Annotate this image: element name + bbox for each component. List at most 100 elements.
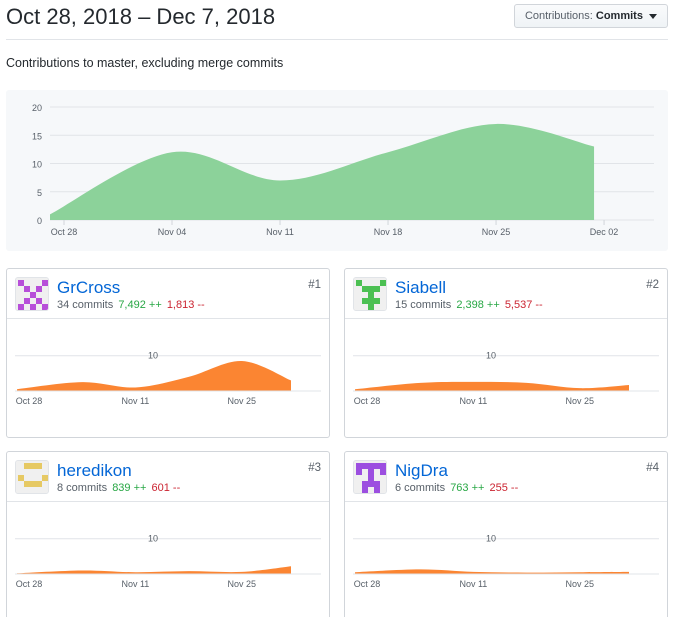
contributions-type-dropdown[interactable]: Contributions: Commits xyxy=(513,4,668,28)
contributor-chart[interactable]: 10 Oct 28 Nov 11 Nov 25 xyxy=(345,502,667,617)
x-tick-label: Nov 11 xyxy=(121,396,149,406)
x-tick-label: Nov 25 xyxy=(566,579,595,589)
contributor-card-header: Siabell 15 commits 2,398 ++ 5,537 -- #2 xyxy=(345,269,667,319)
contributor-stats: 6 commits 763 ++ 255 -- xyxy=(395,482,518,494)
contributor-name-link[interactable]: GrCross xyxy=(57,278,120,298)
x-tick-label: Nov 18 xyxy=(374,227,403,237)
y-tick-label: 10 xyxy=(32,160,42,170)
contributor-card: Siabell 15 commits 2,398 ++ 5,537 -- #2 10 O… xyxy=(344,268,668,438)
caret-down-icon xyxy=(649,13,657,19)
page-subtitle: Contributions to master, excluding merge… xyxy=(6,56,284,70)
deletions-count: 601 -- xyxy=(151,482,181,494)
contributor-stats: 15 commits 2,398 ++ 5,537 -- xyxy=(395,299,543,311)
identicon-pixel xyxy=(30,481,36,487)
contributor-card: heredikon 8 commits 839 ++ 601 -- #3 10 Oct … xyxy=(6,451,330,617)
identicon-pixel xyxy=(36,298,42,304)
contributor-commits-area xyxy=(355,381,629,391)
avatar[interactable] xyxy=(15,277,49,311)
identicon-pixel xyxy=(368,469,374,475)
identicon-pixel xyxy=(368,463,374,469)
commit-count: 15 commits xyxy=(395,299,452,311)
identicon-pixel xyxy=(42,280,48,286)
x-tick-label: Nov 25 xyxy=(482,227,511,237)
contributor-name-link[interactable]: Siabell xyxy=(395,278,446,298)
identicon-pixel xyxy=(30,292,36,298)
y-tick-label: 15 xyxy=(32,131,42,141)
contributor-stats: 34 commits 7,492 ++ 1,813 -- xyxy=(57,299,205,311)
identicon-pixel xyxy=(374,463,380,469)
identicon-pixel xyxy=(368,475,374,481)
contributions-overview-chart[interactable]: 0 5 10 15 20 Oct 28 Nov 04 Nov 11 Nov 18 Nov 25 De… xyxy=(6,90,668,251)
identicon-icon xyxy=(16,278,48,310)
contributor-rank: #4 xyxy=(646,462,659,474)
additions-count: 839 ++ xyxy=(112,482,147,494)
dropdown-prefix: Contributions: xyxy=(524,10,593,22)
identicon-icon xyxy=(16,461,48,493)
y-tick-label: 10 xyxy=(148,534,158,544)
identicon-icon xyxy=(354,278,386,310)
identicon-pixel xyxy=(362,463,368,469)
x-tick-label: Nov 25 xyxy=(228,579,257,589)
identicon-pixel xyxy=(374,286,380,292)
contributor-card-header: GrCross 34 commits 7,492 ++ 1,813 -- #1 xyxy=(7,269,329,319)
identicon-pixel xyxy=(36,463,42,469)
identicon-pixel xyxy=(24,286,30,292)
identicon-pixel xyxy=(30,463,36,469)
identicon-pixel xyxy=(368,298,374,304)
avatar[interactable] xyxy=(15,460,49,494)
contributor-card-header: heredikon 8 commits 839 ++ 601 -- #3 xyxy=(7,452,329,502)
x-tick-label: Dec 02 xyxy=(590,227,619,237)
identicon-pixel xyxy=(356,463,362,469)
deletions-count: 1,813 -- xyxy=(166,299,205,311)
identicon-pixel xyxy=(362,481,368,487)
identicon-pixel xyxy=(18,304,24,310)
contributor-stats: 8 commits 839 ++ 601 -- xyxy=(57,482,180,494)
x-tick-label: Oct 28 xyxy=(354,579,381,589)
identicon-pixel xyxy=(380,469,386,475)
overview-chart-svg: 0 5 10 15 20 Oct 28 Nov 04 Nov 11 Nov 18 Nov 25 De… xyxy=(32,103,654,237)
contributor-name-link[interactable]: heredikon xyxy=(57,461,132,481)
x-tick-label: Oct 28 xyxy=(51,227,78,237)
commit-count: 6 commits xyxy=(395,482,446,494)
additions-count: 763 ++ xyxy=(450,482,485,494)
y-tick-label: 20 xyxy=(32,103,42,113)
additions-count: 7,492 ++ xyxy=(118,299,162,311)
identicon-pixel xyxy=(36,481,42,487)
identicon-pixel xyxy=(380,280,386,286)
identicon-pixel xyxy=(374,481,380,487)
commit-count: 8 commits xyxy=(57,482,108,494)
identicon-pixel xyxy=(362,298,368,304)
x-tick-label: Nov 25 xyxy=(566,396,595,406)
identicon-pixel xyxy=(36,286,42,292)
identicon-pixel xyxy=(374,487,380,493)
avatar[interactable] xyxy=(353,277,387,311)
contributor-rank: #2 xyxy=(646,279,659,291)
contributor-chart[interactable]: 10 Oct 28 Nov 11 Nov 25 xyxy=(7,319,329,437)
y-tick-label: 10 xyxy=(486,351,496,361)
commit-count: 34 commits xyxy=(57,299,114,311)
deletions-count: 5,537 -- xyxy=(504,299,543,311)
identicon-pixel xyxy=(368,304,374,310)
contributor-chart[interactable]: 10 Oct 28 Nov 11 Nov 25 xyxy=(7,502,329,617)
contributor-name-link[interactable]: NigDra xyxy=(395,461,448,481)
dropdown-selected-value: Commits xyxy=(595,10,643,22)
contributor-card: GrCross 34 commits 7,492 ++ 1,813 -- #1 10 O… xyxy=(6,268,330,438)
identicon-pixel xyxy=(362,487,368,493)
identicon-pixel xyxy=(42,475,48,481)
contributor-chart[interactable]: 10 Oct 28 Nov 11 Nov 25 xyxy=(345,319,667,437)
x-tick-label: Oct 28 xyxy=(354,396,381,406)
x-tick-label: Nov 11 xyxy=(121,579,149,589)
identicon-pixel xyxy=(356,469,362,475)
page-title: Oct 28, 2018 – Dec 7, 2018 xyxy=(6,4,276,29)
x-tick-label: Nov 25 xyxy=(228,396,257,406)
identicon-icon xyxy=(354,461,386,493)
x-tick-label: Oct 28 xyxy=(16,396,43,406)
identicon-pixel xyxy=(368,481,374,487)
contributor-card-header: NigDra 6 commits 763 ++ 255 -- #4 xyxy=(345,452,667,502)
x-tick-label: Nov 04 xyxy=(158,227,187,237)
avatar[interactable] xyxy=(353,460,387,494)
identicon-pixel xyxy=(380,463,386,469)
identicon-pixel xyxy=(42,304,48,310)
contributor-rank: #3 xyxy=(308,462,321,474)
contributor-commits-area xyxy=(355,569,629,574)
